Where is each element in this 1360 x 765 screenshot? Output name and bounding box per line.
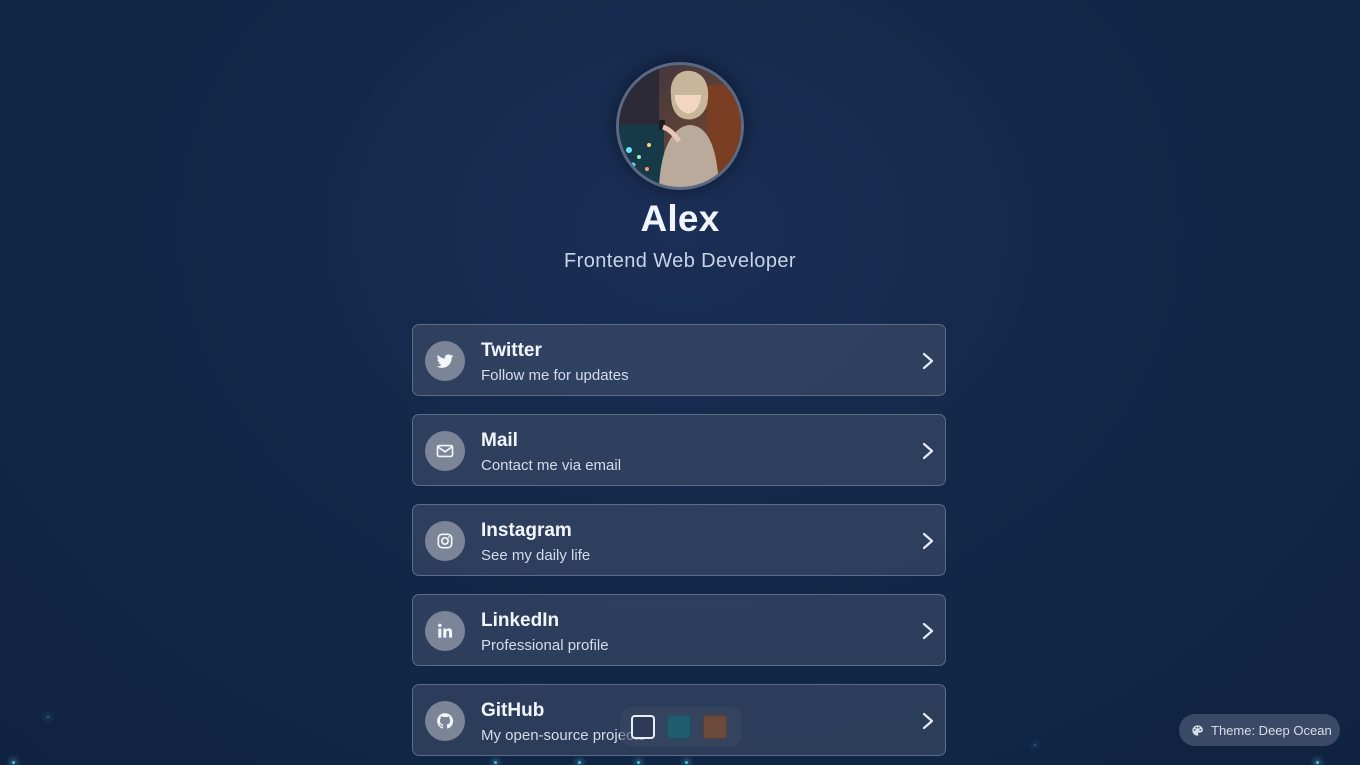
link-title: Twitter bbox=[481, 340, 542, 361]
link-title: Mail bbox=[481, 430, 518, 451]
link-title: Instagram bbox=[481, 520, 572, 541]
github-icon bbox=[425, 701, 465, 741]
chevron-right-icon bbox=[922, 352, 934, 370]
link-subtitle: See my daily life bbox=[481, 547, 591, 564]
linkedin-icon bbox=[425, 611, 465, 651]
link-card-instagram[interactable]: Instagram See my daily life bbox=[412, 504, 946, 576]
twitter-icon bbox=[425, 341, 465, 381]
link-subtitle: Professional profile bbox=[481, 637, 609, 654]
instagram-icon bbox=[425, 521, 465, 561]
chevron-right-icon bbox=[922, 712, 934, 730]
link-title: GitHub bbox=[481, 700, 545, 721]
theme-swatch-bar bbox=[620, 707, 742, 747]
theme-swatch-brown[interactable] bbox=[703, 715, 727, 739]
link-card-twitter[interactable]: Twitter Follow me for updates bbox=[412, 324, 946, 396]
link-card-linkedin[interactable]: LinkedIn Professional profile bbox=[412, 594, 946, 666]
theme-swatch-deep-ocean[interactable] bbox=[631, 715, 655, 739]
profile-name: Alex bbox=[640, 198, 720, 239]
link-subtitle: Contact me via email bbox=[481, 457, 622, 474]
chevron-right-icon bbox=[922, 442, 934, 460]
mail-icon bbox=[425, 431, 465, 471]
chevron-right-icon bbox=[922, 532, 934, 550]
link-title: LinkedIn bbox=[481, 610, 560, 631]
theme-indicator-label: Theme: Deep Ocean bbox=[1211, 722, 1332, 738]
chevron-right-icon bbox=[922, 622, 934, 640]
theme-swatch-teal[interactable] bbox=[667, 715, 691, 739]
theme-indicator[interactable]: Theme: Deep Ocean bbox=[1179, 714, 1340, 746]
palette-icon bbox=[1192, 724, 1203, 736]
profile-avatar bbox=[616, 62, 744, 190]
link-card-mail[interactable]: Mail Contact me via email bbox=[412, 414, 946, 486]
link-subtitle: Follow me for updates bbox=[481, 367, 629, 384]
profile-tagline: Frontend Web Developer bbox=[564, 250, 796, 272]
